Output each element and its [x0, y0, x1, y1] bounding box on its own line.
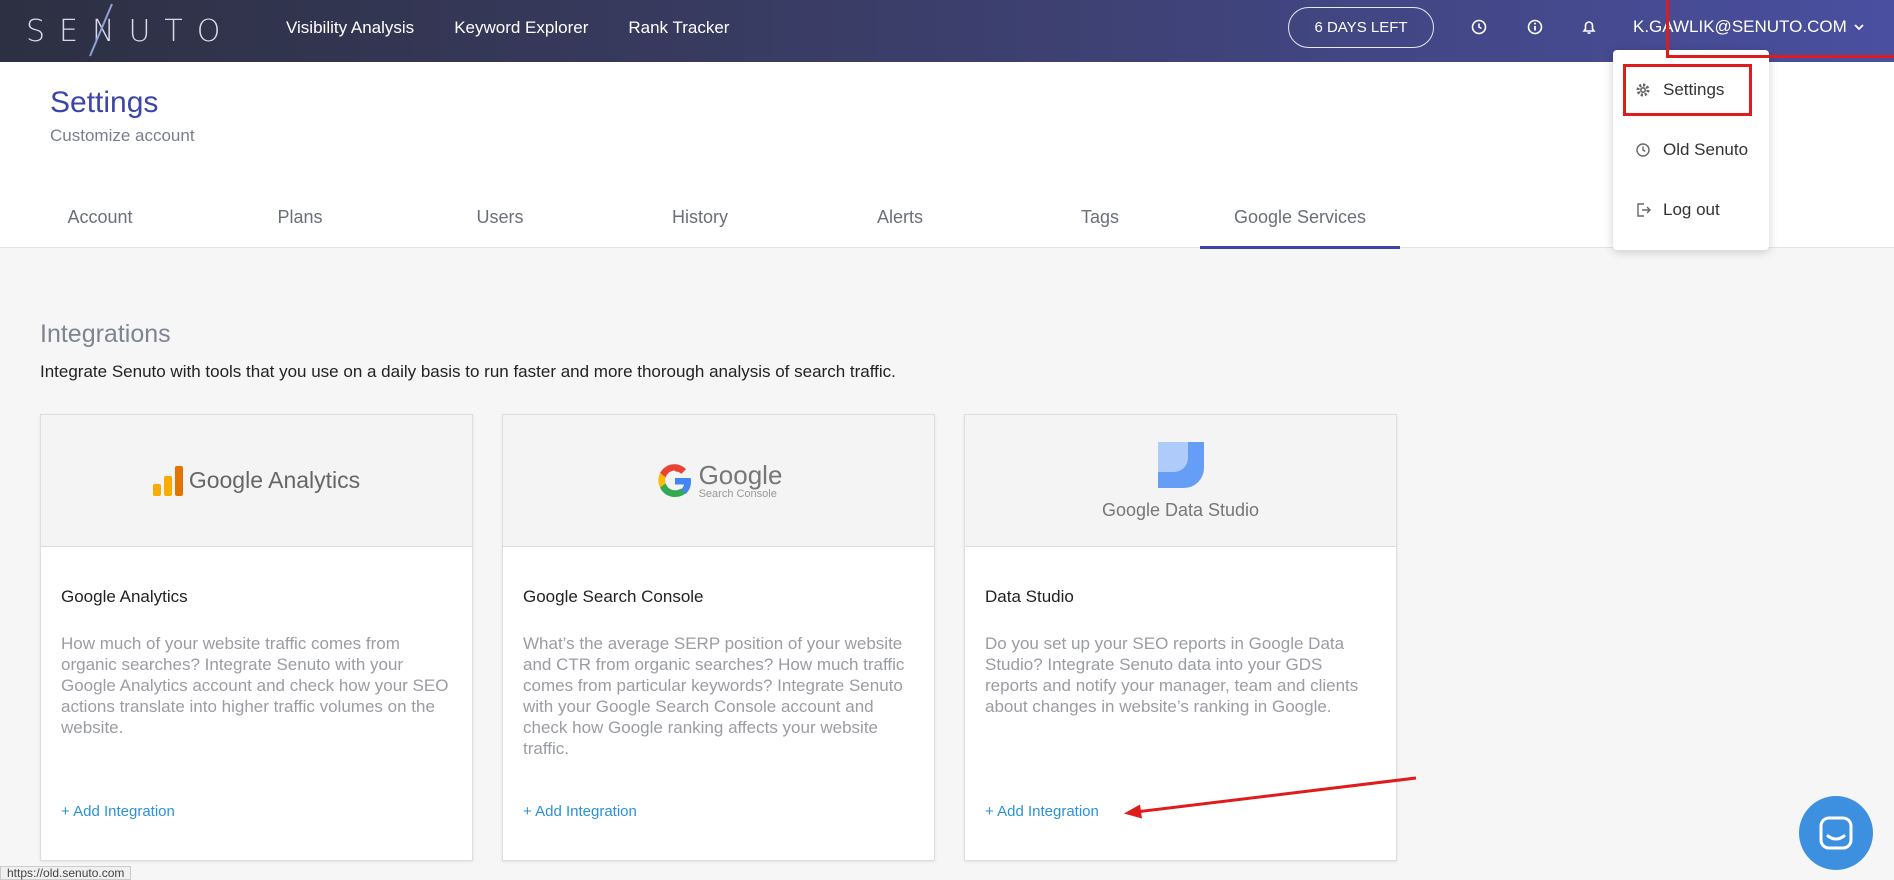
tab-alerts[interactable]: Alerts: [800, 186, 1000, 248]
page-subtitle: Customize account: [50, 126, 195, 145]
bell-icon[interactable]: [1580, 18, 1598, 36]
tab-tags[interactable]: Tags: [1000, 186, 1200, 248]
card-logo-area: Google Search Console: [503, 415, 934, 547]
days-left-button[interactable]: 6 DAYS LEFT: [1288, 7, 1434, 48]
add-integration-link[interactable]: + Add Integration: [61, 803, 175, 820]
card-title: Google Search Console: [523, 587, 704, 606]
senuto-logo[interactable]: SENUTO: [26, 8, 234, 54]
search-console-logo-sub: Search Console: [698, 487, 777, 500]
search-console-logo-text: Google Search Console: [699, 462, 783, 500]
google-analytics-logo-icon: [152, 465, 183, 496]
search-console-logo-google: Google: [698, 459, 783, 490]
card-logo-area: Google Data Studio: [965, 415, 1396, 547]
add-integration-link[interactable]: + Add Integration: [523, 803, 637, 820]
chat-button[interactable]: [1799, 796, 1873, 870]
dropdown-item-log-out[interactable]: Log out: [1635, 200, 1720, 220]
dropdown-item-old-senuto[interactable]: Old Senuto: [1635, 140, 1748, 160]
card-logo-area: Google Analytics: [41, 415, 472, 547]
card-description: What’s the average SERP position of your…: [523, 634, 905, 758]
card-description: Do you set up your SEO reports in Google…: [985, 634, 1359, 716]
data-studio-logo-icon: [1157, 442, 1204, 488]
nav-visibility-analysis[interactable]: Visibility Analysis: [286, 18, 414, 38]
integration-card-search-console: Google Search Console Google Search Cons…: [502, 414, 935, 861]
dropdown-item-label: Log out: [1663, 200, 1720, 219]
main-nav: Visibility Analysis Keyword Explorer Ran…: [286, 0, 729, 56]
integrations-description: Integrate Senuto with tools that you use…: [40, 362, 896, 381]
page-title: Settings: [50, 86, 159, 119]
logout-icon: [1637, 203, 1651, 217]
integrations-title: Integrations: [40, 320, 171, 348]
history-icon[interactable]: [1470, 18, 1488, 36]
tab-users[interactable]: Users: [400, 186, 600, 248]
settings-highlight-box: [1623, 64, 1752, 116]
google-g-logo-icon: [657, 463, 691, 497]
user-menu-highlight-box: [1666, 0, 1894, 58]
tab-account[interactable]: Account: [0, 186, 200, 248]
annotation-arrow: [1124, 776, 1417, 819]
data-studio-logo-text: Google Data Studio: [1101, 500, 1260, 520]
logo-slash-mark: [89, 3, 113, 57]
card-title: Google Analytics: [61, 587, 188, 606]
integration-card-google-analytics: Google Analytics Google Analytics How mu…: [40, 414, 473, 861]
nav-keyword-explorer[interactable]: Keyword Explorer: [454, 18, 588, 38]
settings-tabs: Account Plans Users History Alerts Tags …: [0, 186, 1400, 249]
tab-google-services[interactable]: Google Services: [1200, 186, 1400, 249]
tab-plans[interactable]: Plans: [200, 186, 400, 248]
google-analytics-logo-text: Google Analytics: [188, 467, 361, 493]
history-icon: [1636, 143, 1650, 157]
card-title: Data Studio: [985, 587, 1074, 606]
top-navigation-bar: SENUTO Visibility Analysis Keyword Explo…: [0, 0, 1894, 62]
card-description: How much of your website traffic comes f…: [61, 634, 449, 737]
tab-history[interactable]: History: [600, 186, 800, 248]
info-icon[interactable]: [1526, 18, 1544, 36]
settings-header: Settings Customize account Account Plans…: [0, 62, 1894, 249]
add-integration-link[interactable]: + Add Integration: [985, 803, 1099, 820]
dropdown-item-label: Old Senuto: [1663, 140, 1749, 159]
nav-rank-tracker[interactable]: Rank Tracker: [628, 18, 729, 38]
status-bar-url: https://old.senuto.com: [0, 866, 132, 880]
chat-icon: [1819, 816, 1853, 850]
